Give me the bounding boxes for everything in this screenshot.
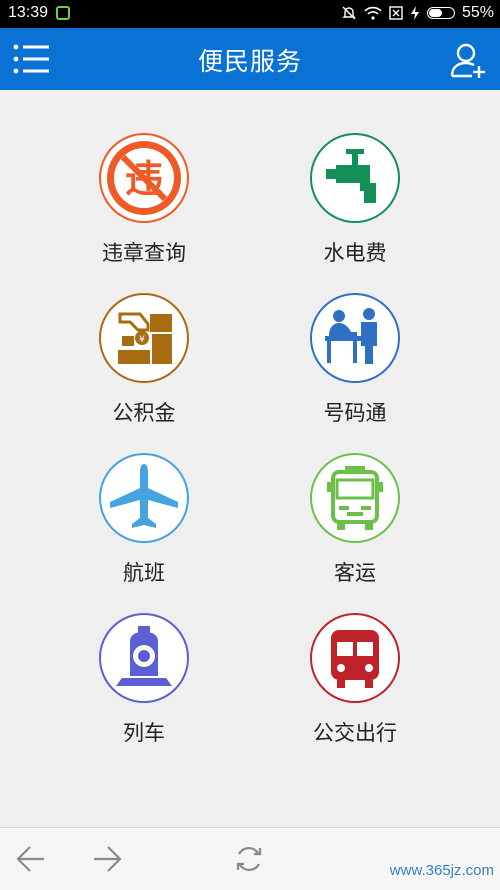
bus-icon: [327, 466, 383, 530]
back-button[interactable]: [14, 842, 48, 876]
battery-fill: [428, 9, 443, 17]
service-label: 航班: [123, 561, 165, 585]
status-time: 13:39: [8, 4, 49, 21]
service-coach[interactable]: 客运: [255, 453, 455, 603]
service-label: 违章查询: [102, 241, 186, 265]
refresh-button[interactable]: [232, 842, 266, 876]
service-flights[interactable]: 航班: [44, 453, 244, 603]
service-public-transit[interactable]: 公交出行: [255, 613, 455, 763]
battery-indicator: [426, 7, 455, 19]
service-phone-directory[interactable]: 号码通: [255, 293, 455, 443]
refresh-icon: [236, 846, 262, 872]
user-add-icon: [450, 43, 485, 78]
utilities-circle: [310, 133, 400, 223]
train-circle: [99, 613, 189, 703]
phone-directory-circle: [310, 293, 400, 383]
housing-fund-circle: ¥: [99, 293, 189, 383]
browser-toolbar: www.365jz.com: [0, 827, 500, 890]
charging-icon: [410, 6, 419, 20]
coach-circle: [310, 453, 400, 543]
status-bar: 13:39 55%: [0, 0, 500, 28]
flights-circle: [99, 453, 189, 543]
public-transit-circle: [310, 613, 400, 703]
service-label: 列车: [123, 721, 165, 745]
service-desk-icon: [325, 308, 377, 364]
service-utilities[interactable]: 水电费: [255, 133, 455, 283]
service-label: 公交出行: [313, 721, 397, 745]
service-label: 公积金: [112, 401, 176, 425]
svg-text:¥: ¥: [139, 335, 145, 345]
battery-percent: 55%: [461, 4, 494, 21]
service-label: 客运: [334, 561, 376, 585]
arrow-right-icon: [94, 846, 122, 872]
service-housing-fund[interactable]: ¥ 公积金: [44, 293, 244, 443]
app-header: 便民服务: [0, 28, 500, 90]
service-traffic-violation[interactable]: 违 违章查询: [44, 133, 244, 283]
site-watermark: www.365jz.com: [389, 862, 494, 879]
silent-bell-icon: [342, 6, 356, 20]
wifi-icon: [364, 6, 382, 20]
user-button[interactable]: [448, 40, 488, 80]
service-label: 号码通: [323, 401, 387, 425]
forward-button[interactable]: [90, 842, 124, 876]
water-tap-icon: [326, 149, 376, 203]
notification-app-icon: [56, 6, 70, 20]
airplane-icon: [110, 464, 178, 528]
arrow-left-icon: [16, 846, 44, 872]
status-icons: 55%: [341, 4, 494, 22]
traffic-violation-icon: 违: [107, 141, 181, 215]
train-icon: [116, 626, 172, 686]
battery-icon: [426, 7, 455, 19]
service-label: 水电费: [323, 241, 387, 265]
city-bus-icon: [331, 630, 379, 688]
housing-fund-icon: ¥: [118, 312, 172, 364]
service-train[interactable]: 列车: [44, 613, 244, 763]
page-title: 便民服务: [197, 47, 302, 76]
traffic-violation-circle: 违: [99, 133, 189, 223]
no-sim-icon: [389, 6, 403, 20]
